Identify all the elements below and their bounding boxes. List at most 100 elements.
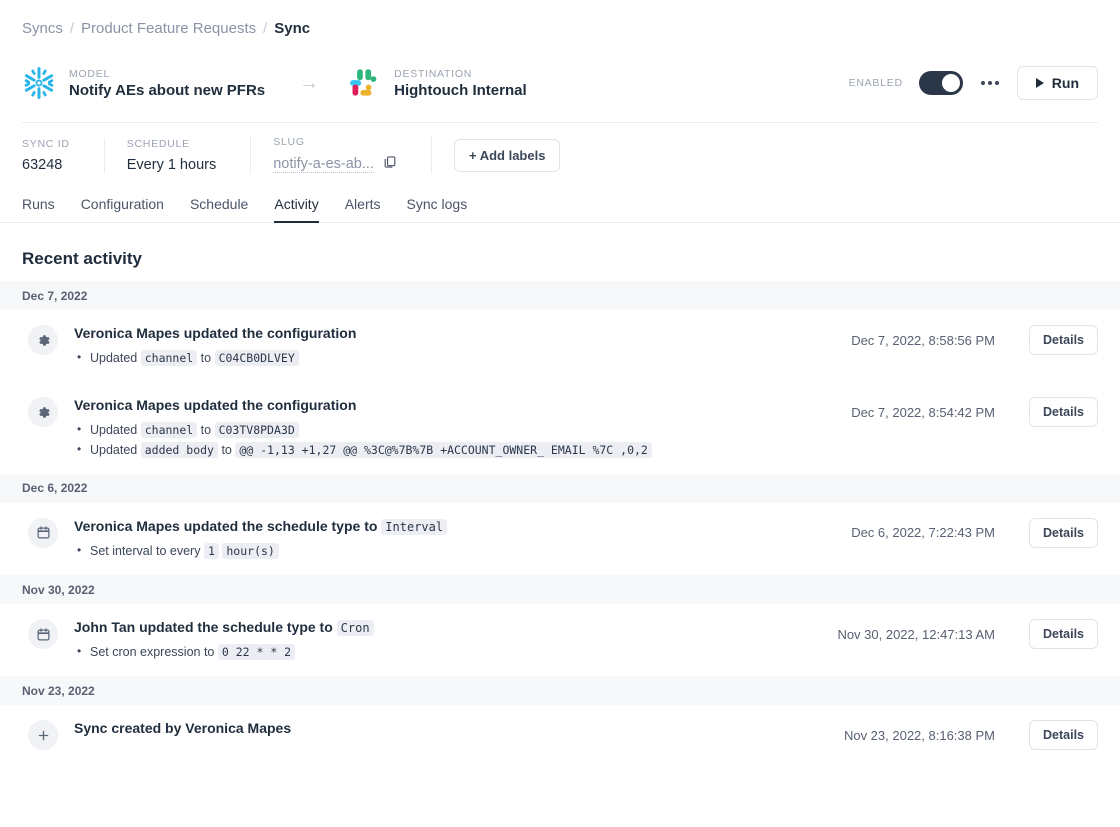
breadcrumb-separator: /: [70, 20, 74, 37]
model-entity[interactable]: MODEL Notify AEs about new PFRs: [22, 66, 265, 100]
activity-detail-code: C04CB0DLVEY: [215, 350, 299, 366]
breadcrumb-item-sync: Sync: [274, 20, 310, 37]
sync-activity-page: Syncs / Product Feature Requests / Sync: [0, 0, 1120, 827]
activity-date-band: Nov 30, 2022: [0, 575, 1120, 604]
run-button-label: Run: [1052, 75, 1079, 91]
activity-detail-code: C03TV8PDA3D: [215, 422, 299, 438]
add-labels-label: Add labels: [480, 148, 546, 163]
run-button[interactable]: Run: [1017, 66, 1098, 100]
sync-header: MODEL Notify AEs about new PFRs →: [0, 44, 1120, 122]
schedule-cell: SCHEDULE Every 1 hours: [104, 138, 250, 173]
activity-detail-item: Updated channel to C04CB0DLVEY: [74, 349, 851, 368]
activity-date-band: Nov 23, 2022: [0, 676, 1120, 705]
schedule-value: Every 1 hours: [127, 157, 216, 173]
gear-icon: [28, 397, 58, 427]
activity-entry: Sync created by Veronica MapesNov 23, 20…: [0, 705, 1120, 764]
sync-id-value: 63248: [22, 157, 70, 173]
activity-detail-list: Updated channel to C04CB0DLVEY: [74, 349, 851, 368]
tab-schedule[interactable]: Schedule: [190, 196, 248, 223]
activity-date-band: Dec 7, 2022: [0, 281, 1120, 310]
breadcrumb-item-syncs[interactable]: Syncs: [22, 20, 63, 37]
breadcrumb: Syncs / Product Feature Requests / Sync: [0, 0, 1120, 44]
tab-activity[interactable]: Activity: [274, 196, 318, 223]
page-title: Recent activity: [0, 223, 1120, 281]
destination-entity[interactable]: DESTINATION Hightouch Internal: [347, 66, 527, 100]
enabled-label: ENABLED: [849, 77, 903, 89]
activity-timestamp: Dec 7, 2022, 8:54:42 PM: [851, 405, 995, 420]
tab-runs[interactable]: Runs: [22, 196, 55, 223]
activity-detail-code: hour(s): [222, 543, 278, 559]
sync-id-cell: SYNC ID 63248: [22, 138, 104, 173]
activity-entry-meta: Nov 23, 2022, 8:16:38 PM Details: [844, 719, 1098, 750]
details-button[interactable]: Details: [1029, 325, 1098, 355]
activity-entry-meta: Dec 6, 2022, 7:22:43 PMDetails: [851, 517, 1098, 548]
activity-entry: Veronica Mapes updated the configuration…: [0, 382, 1120, 474]
activity-detail-item: Updated added body to @@ -1,13 +1,27 @@ …: [74, 441, 851, 460]
activity-detail-list: Set interval to every 1 hour(s): [74, 542, 851, 561]
calendar-icon: [28, 518, 58, 548]
plus-icon: [28, 720, 58, 750]
destination-kicker: DESTINATION: [394, 68, 527, 80]
model-name: Notify AEs about new PFRs: [69, 82, 265, 99]
add-labels-button[interactable]: + Add labels: [454, 139, 560, 172]
activity-detail-code: added body: [141, 442, 218, 458]
model-kicker: MODEL: [69, 68, 265, 80]
sync-meta-row: SYNC ID 63248 SCHEDULE Every 1 hours SLU…: [0, 123, 1120, 185]
calendar-icon: [28, 619, 58, 649]
breadcrumb-item-product-feature-requests[interactable]: Product Feature Requests: [81, 20, 256, 37]
activity-entry-body: John Tan updated the schedule type to Cr…: [74, 618, 837, 662]
activity-entry-meta: Dec 7, 2022, 8:54:42 PM Details: [851, 396, 1098, 427]
snowflake-logo-icon: [22, 66, 56, 100]
activity-entry-body: Veronica Mapes updated the configuration…: [74, 324, 851, 368]
activity-entry-title: Veronica Mapes updated the configuration: [74, 396, 851, 415]
destination-name: Hightouch Internal: [394, 82, 527, 99]
activity-detail-code: channel: [141, 422, 197, 438]
slack-logo-icon: [347, 66, 381, 100]
details-button[interactable]: Details: [1029, 619, 1098, 649]
activity-entry-body: Veronica Mapes updated the schedule type…: [74, 517, 851, 561]
activity-entry: Veronica Mapes updated the configuration…: [0, 310, 1120, 382]
activity-entry-title-code: Interval: [381, 519, 447, 535]
activity-detail-code: 1: [204, 543, 219, 559]
activity-entry: Veronica Mapes updated the schedule type…: [0, 503, 1120, 575]
tab-alerts[interactable]: Alerts: [345, 196, 381, 223]
tab-sync-logs[interactable]: Sync logs: [407, 196, 468, 223]
copy-icon[interactable]: [383, 155, 397, 174]
details-button[interactable]: Details: [1029, 518, 1098, 548]
details-button[interactable]: Details: [1029, 397, 1098, 427]
slug-label: SLUG: [273, 136, 397, 148]
play-icon: [1036, 78, 1044, 88]
activity-entry-meta: Dec 7, 2022, 8:58:56 PM Details: [851, 324, 1098, 355]
activity-entry-body: Veronica Mapes updated the configuration…: [74, 396, 851, 460]
activity-entry-body: Sync created by Veronica Mapes: [74, 719, 844, 738]
activity-timestamp: Nov 23, 2022, 8:16:38 PM: [844, 728, 995, 743]
activity-timestamp: Nov 30, 2022, 12:47:13 AM: [837, 627, 995, 642]
enabled-toggle[interactable]: [919, 71, 963, 95]
tab-configuration[interactable]: Configuration: [81, 196, 164, 223]
sync-tabs: Runs Configuration Schedule Activity Ale…: [0, 185, 1120, 223]
more-options-icon[interactable]: [979, 75, 1001, 91]
activity-detail-code: @@ -1,13 +1,27 @@ %3C@%7B%7B +ACCOUNT_OW…: [235, 442, 652, 458]
activity-entry-title-code: Cron: [337, 620, 374, 636]
arrow-right-icon: →: [299, 73, 319, 93]
toggle-knob: [942, 74, 960, 92]
slug-cell: SLUG notify-a-es-ab...: [250, 136, 431, 174]
activity-entry-title: Sync created by Veronica Mapes: [74, 719, 844, 738]
header-actions: ENABLED Run: [849, 66, 1098, 100]
details-button[interactable]: Details: [1029, 720, 1098, 750]
activity-entry-meta: Nov 30, 2022, 12:47:13 AM Details: [837, 618, 1098, 649]
activity-detail-item: Set cron expression to 0 22 * * 2: [74, 643, 837, 662]
sync-id-label: SYNC ID: [22, 138, 70, 150]
schedule-label: SCHEDULE: [127, 138, 216, 150]
gear-icon: [28, 325, 58, 355]
activity-detail-code: channel: [141, 350, 197, 366]
breadcrumb-separator: /: [263, 20, 267, 37]
labels-cell: + Add labels: [431, 136, 560, 174]
activity-entry-title: John Tan updated the schedule type to Cr…: [74, 618, 837, 637]
activity-entry-title: Veronica Mapes updated the schedule type…: [74, 517, 851, 536]
activity-list: Dec 7, 2022 Veronica Mapes updated the co…: [0, 281, 1120, 764]
activity-detail-item: Updated channel to C03TV8PDA3D: [74, 421, 851, 440]
activity-detail-list: Updated channel to C03TV8PDA3DUpdated ad…: [74, 421, 851, 460]
slug-value[interactable]: notify-a-es-ab...: [273, 156, 374, 173]
activity-timestamp: Dec 7, 2022, 8:58:56 PM: [851, 333, 995, 348]
